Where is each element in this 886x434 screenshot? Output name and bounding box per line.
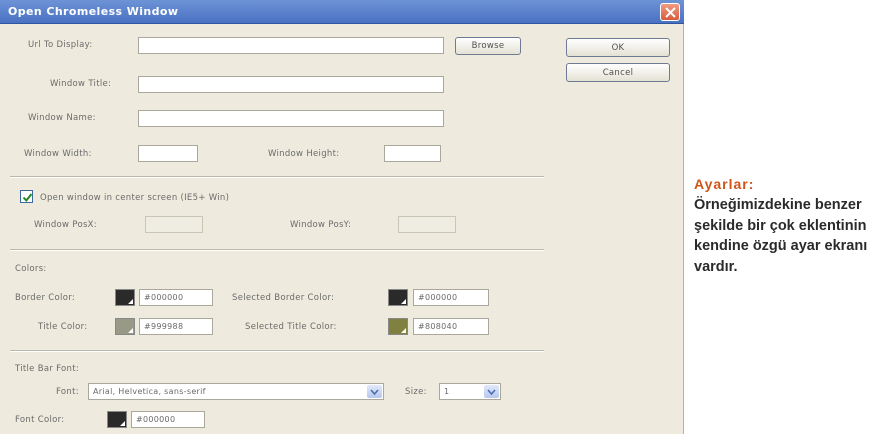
- sidebar-caption: Ayarlar: Örneğimizdekine benzer şekilde …: [694, 176, 884, 277]
- window-posx-input[interactable]: [145, 216, 203, 233]
- window-height-label: Window Height:: [268, 149, 340, 159]
- separator: [10, 176, 544, 178]
- size-select[interactable]: 1: [439, 383, 501, 400]
- selected-border-color-swatch[interactable]: [388, 289, 408, 306]
- chevron-down-icon: [487, 389, 496, 395]
- dialog-window: Open Chromeless Window Url To Display: B…: [0, 0, 684, 434]
- window-width-label: Window Width:: [24, 149, 92, 159]
- window-posy-label: Window PosY:: [290, 220, 352, 230]
- title-bar-font-label: Title Bar Font:: [15, 364, 80, 374]
- selected-border-color-input[interactable]: #000000: [413, 289, 489, 306]
- dialog-titlebar[interactable]: Open Chromeless Window: [0, 0, 684, 24]
- selected-border-color-label: Selected Border Color:: [232, 293, 335, 303]
- check-icon: [22, 193, 33, 203]
- close-icon: [665, 7, 676, 18]
- window-title-input[interactable]: [138, 76, 444, 93]
- window-posy-input[interactable]: [398, 216, 456, 233]
- center-screen-checkbox[interactable]: [20, 190, 33, 203]
- window-posx-label: Window PosX:: [34, 220, 97, 230]
- selected-title-color-label: Selected Title Color:: [245, 322, 337, 332]
- window-name-input[interactable]: [138, 110, 444, 127]
- font-color-input[interactable]: #000000: [131, 411, 205, 428]
- ok-button[interactable]: OK: [566, 38, 670, 57]
- title-color-input[interactable]: #999988: [139, 318, 213, 335]
- size-select-value: 1: [444, 387, 450, 396]
- title-color-swatch[interactable]: [115, 318, 135, 335]
- window-name-label: Window Name:: [28, 113, 96, 123]
- caption-body: Örneğimizdekine benzer şekilde bir çok e…: [694, 197, 868, 275]
- size-dropdown-button[interactable]: [484, 385, 499, 398]
- browse-button[interactable]: Browse: [455, 37, 521, 55]
- chevron-down-icon: [370, 389, 379, 395]
- separator: [10, 350, 544, 352]
- window-height-input[interactable]: [384, 145, 441, 162]
- dialog-title: Open Chromeless Window: [8, 5, 179, 18]
- colors-label: Colors:: [15, 264, 47, 274]
- selected-title-color-input[interactable]: #808040: [413, 318, 489, 335]
- title-color-label: Title Color:: [38, 322, 88, 332]
- close-button[interactable]: [660, 3, 680, 21]
- font-dropdown-button[interactable]: [367, 385, 382, 398]
- font-color-swatch[interactable]: [107, 411, 127, 428]
- separator: [10, 249, 544, 251]
- selected-title-color-swatch[interactable]: [388, 318, 408, 335]
- font-label: Font:: [56, 387, 79, 397]
- border-color-label: Border Color:: [15, 293, 76, 303]
- border-color-swatch[interactable]: [115, 289, 135, 306]
- window-width-input[interactable]: [138, 145, 198, 162]
- font-color-label: Font Color:: [15, 415, 65, 425]
- font-select[interactable]: Arial, Helvetica, sans-serif: [88, 383, 384, 400]
- url-label: Url To Display:: [28, 40, 93, 50]
- center-screen-label: Open window in center screen (IE5+ Win): [40, 193, 230, 203]
- caption-heading: Ayarlar:: [694, 176, 755, 192]
- size-label: Size:: [405, 387, 427, 397]
- cancel-button[interactable]: Cancel: [566, 63, 670, 82]
- font-select-value: Arial, Helvetica, sans-serif: [93, 387, 206, 396]
- window-title-label: Window Title:: [50, 79, 112, 89]
- url-input[interactable]: [138, 37, 444, 54]
- border-color-input[interactable]: #000000: [139, 289, 213, 306]
